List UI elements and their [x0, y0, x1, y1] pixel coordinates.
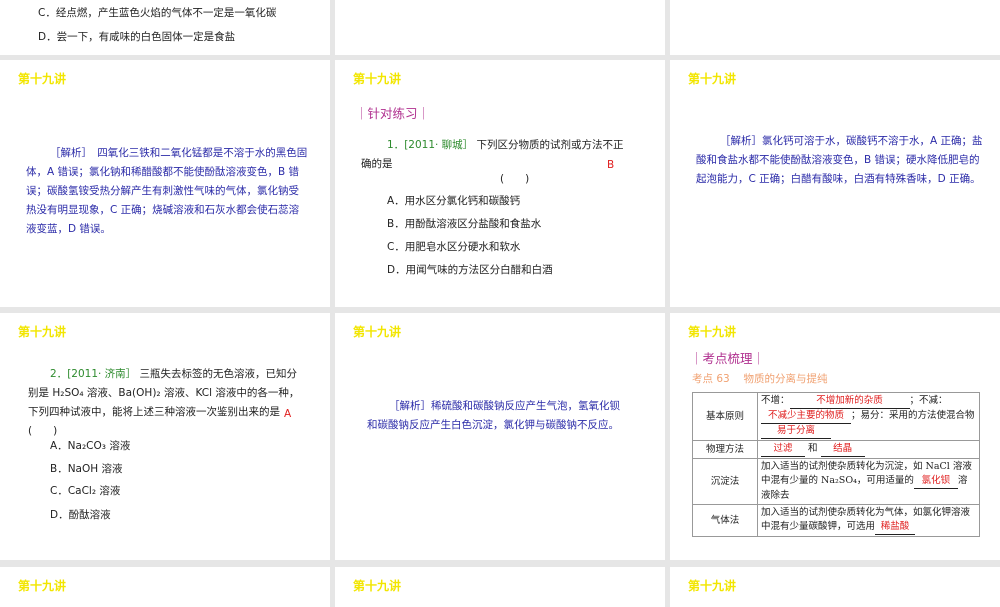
- slide-thumbnail[interactable]: 第十九讲: [0, 567, 330, 607]
- analysis-text: ［解析］稀硫酸和碳酸钠反应产生气泡，氢氧化钡和碳酸钠反应产生白色沉淀，氯化钾与碳…: [367, 400, 620, 431]
- option-d: D．酚酞溶液: [50, 509, 111, 521]
- option-c: C．用肥皂水区分硬水和软水: [387, 241, 521, 253]
- table-row: 物理方法 过滤 和 结晶: [692, 440, 980, 459]
- slide-thumbnail[interactable]: 第十九讲: [670, 567, 1000, 607]
- answer-mark: A: [284, 408, 292, 420]
- option-b: B．用酚酞溶液区分盐酸和食盐水: [387, 218, 542, 230]
- lecture-header: 第十九讲: [18, 325, 67, 339]
- option-c: C．经点燃，产生蓝色火焰的气体不一定是一氧化碳: [38, 7, 277, 19]
- option-d: D．尝一下，有咸味的白色固体一定是食盐: [38, 31, 236, 43]
- lecture-header: 第十九讲: [353, 72, 402, 86]
- topic-title: 考点 63 物质的分离与提纯: [692, 373, 828, 385]
- analysis-text: ［解析］氯化钙可溶于水，碳酸钙不溶于水，A 正确；盐酸和食盐水都不能使酚酞溶液变…: [696, 135, 983, 185]
- table-row: 沉淀法 加入适当的试剂使杂质转化为沉淀，如 NaCl 溶液中混有少量的 Na₂S…: [692, 458, 980, 505]
- lecture-header: 第十九讲: [353, 325, 402, 339]
- lecture-header: 第十九讲: [688, 325, 737, 339]
- question-text: 1．[2011· 聊城］ 下列区分物质的试剂或方法不正确的是: [361, 139, 624, 170]
- slide-thumbnail[interactable]: 第十九讲: [335, 567, 665, 607]
- slide-thumbnail[interactable]: [670, 0, 1000, 55]
- option-d: D．用闻气味的方法区分白醋和白酒: [387, 264, 553, 276]
- option-a: A．Na₂CO₃ 溶液: [50, 440, 131, 452]
- slide-thumbnail[interactable]: 第十九讲 ｜考点梳理｜ 考点 63 物质的分离与提纯 基本原则 不增： 不增加新的…: [670, 313, 1000, 560]
- lecture-header: 第十九讲: [688, 579, 737, 593]
- lecture-header: 第十九讲: [688, 72, 737, 86]
- summary-table: 基本原则 不增： 不增加新的杂质 ；不减：不减少主要的物质 ；易分：采用的方法使混合物…: [692, 392, 980, 537]
- answer-paren: ( ): [500, 173, 530, 185]
- option-b: B．NaOH 溶液: [50, 463, 123, 475]
- answer-mark: B: [607, 159, 615, 171]
- slide-thumbnail[interactable]: 第十九讲 ［解析］稀硫酸和碳酸钠反应产生气泡，氢氧化钡和碳酸钠反应产生白色沉淀，…: [335, 313, 665, 560]
- lecture-header: 第十九讲: [353, 579, 402, 593]
- lecture-header: 第十九讲: [18, 579, 67, 593]
- section-title: ｜考点梳理｜: [690, 351, 766, 366]
- table-row: 基本原则 不增： 不增加新的杂质 ；不减：不减少主要的物质 ；易分：采用的方法使混合物…: [692, 392, 980, 441]
- question-text: 2．[2011· 济南］ 三瓶失去标签的无色溶液，已知分别是 H₂SO₄ 溶液、…: [28, 368, 300, 437]
- option-a: A．用水区分氯化钙和碳酸钙: [387, 195, 521, 207]
- slide-thumbnail[interactable]: 第十九讲 2．[2011· 济南］ 三瓶失去标签的无色溶液，已知分别是 H₂SO…: [0, 313, 330, 560]
- lecture-header: 第十九讲: [18, 72, 67, 86]
- slide-thumbnail[interactable]: 第十九讲 ［解析］氯化钙可溶于水，碳酸钙不溶于水，A 正确；盐酸和食盐水都不能使…: [670, 60, 1000, 307]
- analysis-text: ［解析］ 四氧化三铁和二氧化锰都是不溶于水的黑色固体，A 错误；氯化钠和稀醋酸都…: [26, 147, 308, 235]
- table-row: 气体法 加入适当的试剂使杂质转化为气体，如氯化钾溶液中混有少量碳酸钾，可选用 稀盐…: [692, 504, 980, 537]
- slide-thumbnail[interactable]: [335, 0, 665, 55]
- option-c: C．CaCl₂ 溶液: [50, 485, 121, 497]
- section-title: ｜针对练习｜: [355, 106, 431, 121]
- slide-thumbnail[interactable]: 第十九讲 ｜针对练习｜ 1．[2011· 聊城］ 下列区分物质的试剂或方法不正确…: [335, 60, 665, 307]
- slide-thumbnail[interactable]: 第十九讲 ［解析］ 四氧化三铁和二氧化锰都是不溶于水的黑色固体，A 错误；氯化钠…: [0, 60, 330, 307]
- slide-thumbnail[interactable]: C．经点燃，产生蓝色火焰的气体不一定是一氧化碳 D．尝一下，有咸味的白色固体一定…: [0, 0, 330, 55]
